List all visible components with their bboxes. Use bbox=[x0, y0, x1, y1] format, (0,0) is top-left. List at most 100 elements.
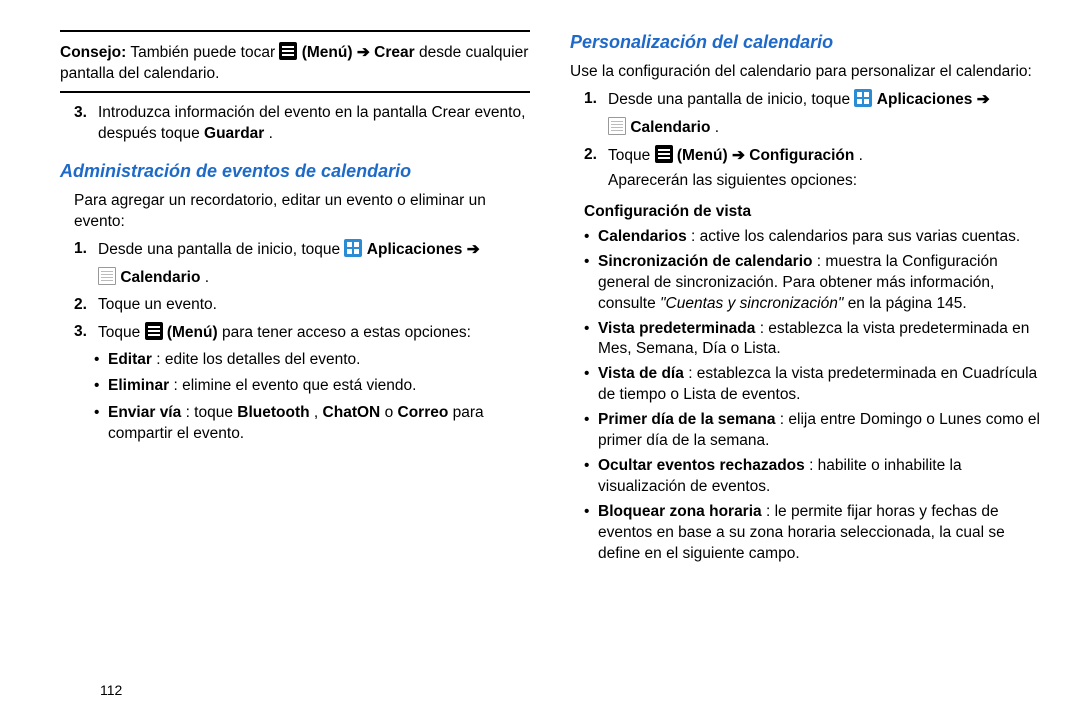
tip-arrow: ➔ bbox=[357, 44, 374, 61]
step3-tail: . bbox=[269, 125, 273, 142]
rs1-apps: Aplicaciones bbox=[877, 91, 973, 108]
bd_a: Vista de día bbox=[598, 365, 684, 382]
menu-icon bbox=[279, 42, 297, 60]
left-bullet-enviar: • Enviar vía : toque Bluetooth , ChatON … bbox=[94, 403, 530, 445]
tip-menu-label: (Menú) bbox=[302, 44, 353, 61]
bullet-dot: • bbox=[94, 403, 108, 445]
step-number: 3. bbox=[74, 103, 98, 145]
b3d: , bbox=[314, 404, 323, 421]
right-step-1-line2: Calendario . bbox=[608, 117, 1040, 139]
left-bullet-editar: • Editar : edite los detalles del evento… bbox=[94, 350, 530, 371]
rb-first-day: • Primer día de la semana : elija entre … bbox=[584, 410, 1040, 452]
bb_d: en la página 145. bbox=[848, 295, 967, 312]
tip-block: Consejo: También puede tocar (Menú) ➔ Cr… bbox=[60, 42, 530, 91]
rs1-pre: Desde una pantalla de inicio, toque bbox=[608, 91, 854, 108]
rs2-arrow: ➔ bbox=[732, 147, 749, 164]
bullet-dot: • bbox=[584, 456, 598, 498]
rs2-menu: (Menú) bbox=[677, 147, 728, 164]
apps-icon bbox=[854, 89, 872, 107]
left-step-1-line2: Calendario . bbox=[98, 267, 530, 289]
left-column: Consejo: También puede tocar (Menú) ➔ Cr… bbox=[60, 30, 530, 569]
rs2-line2: Aparecerán las siguientes opciones: bbox=[608, 171, 1040, 192]
tip-label: Consejo: bbox=[60, 44, 126, 61]
menu-icon bbox=[655, 145, 673, 163]
left-step-3b: 3. Toque (Menú) para tener acceso a esta… bbox=[74, 322, 530, 344]
bullet-dot: • bbox=[584, 252, 598, 315]
s1-cal: Calendario bbox=[120, 269, 200, 286]
s1-pre: Desde una pantalla de inicio, toque bbox=[98, 241, 344, 258]
s3-pre: Toque bbox=[98, 324, 145, 341]
b3c: Bluetooth bbox=[237, 404, 309, 421]
s2-body: Toque un evento. bbox=[98, 295, 530, 316]
b1a: Editar bbox=[108, 351, 152, 368]
left-intro: Para agregar un recordatorio, editar un … bbox=[74, 191, 530, 233]
s3-tail: para tener acceso a estas opciones: bbox=[222, 324, 471, 341]
b2a: Eliminar bbox=[108, 377, 169, 394]
s1-arrow: ➔ bbox=[467, 241, 480, 258]
rs1-cal: Calendario bbox=[630, 119, 710, 136]
rs1-tail: . bbox=[715, 119, 719, 136]
step-number: 1. bbox=[584, 89, 608, 111]
ba_a: Calendarios bbox=[598, 228, 687, 245]
left-step-2: 2. Toque un evento. bbox=[74, 295, 530, 316]
s1-apps: Aplicaciones bbox=[367, 241, 463, 258]
right-section-title: Personalización del calendario bbox=[570, 30, 1040, 54]
s3-menu: (Menú) bbox=[167, 324, 218, 341]
b2b: : elimine el evento que está viendo. bbox=[173, 377, 416, 394]
hr-bottom-left bbox=[60, 91, 530, 93]
calendar-icon bbox=[608, 117, 626, 135]
bf_a: Ocultar eventos rechazados bbox=[598, 457, 805, 474]
bb_c: "Cuentas y sincronización" bbox=[660, 295, 843, 312]
b1b: : edite los detalles del evento. bbox=[156, 351, 360, 368]
left-section-title: Administración de eventos de calendario bbox=[60, 159, 530, 183]
bc_a: Vista predeterminada bbox=[598, 320, 755, 337]
bg_a: Bloquear zona horaria bbox=[598, 503, 762, 520]
bullet-dot: • bbox=[584, 227, 598, 248]
bb_a: Sincronización de calendario bbox=[598, 253, 812, 270]
calendar-icon bbox=[98, 267, 116, 285]
apps-icon bbox=[344, 239, 362, 257]
step-number: 2. bbox=[74, 295, 98, 316]
right-step-2: 2. Toque (Menú) ➔ Configuración . Aparec… bbox=[584, 145, 1040, 192]
rb-lock-tz: • Bloquear zona horaria : le permite fij… bbox=[584, 502, 1040, 565]
rs2-pre: Toque bbox=[608, 147, 655, 164]
menu-icon bbox=[145, 322, 163, 340]
left-step-1: 1. Desde una pantalla de inicio, toque A… bbox=[74, 239, 530, 261]
right-subhead-1: Configuración de vista bbox=[584, 202, 1040, 223]
rb-cal: • Calendarios : active los calendarios p… bbox=[584, 227, 1040, 248]
left-bullet-eliminar: • Eliminar : elimine el evento que está … bbox=[94, 376, 530, 397]
ba_b: : active los calendarios para sus varias… bbox=[691, 228, 1020, 245]
tip-crear: Crear bbox=[374, 44, 415, 61]
right-column: Personalización del calendario Use la co… bbox=[570, 30, 1040, 569]
rb-hide-rejected: • Ocultar eventos rechazados : habilite … bbox=[584, 456, 1040, 498]
right-step-1: 1. Desde una pantalla de inicio, toque A… bbox=[584, 89, 1040, 111]
rb-sync: • Sincronización de calendario : muestra… bbox=[584, 252, 1040, 315]
hr-top-left bbox=[60, 30, 530, 32]
page-number: 112 bbox=[100, 682, 122, 698]
rb-default-view: • Vista predeterminada : establezca la v… bbox=[584, 319, 1040, 361]
bullet-dot: • bbox=[584, 319, 598, 361]
b3b: : toque bbox=[186, 404, 238, 421]
step-number: 3. bbox=[74, 322, 98, 344]
be_a: Primer día de la semana bbox=[598, 411, 775, 428]
right-intro: Use la configuración del calendario para… bbox=[570, 62, 1040, 83]
step-number: 2. bbox=[584, 145, 608, 192]
bullet-dot: • bbox=[94, 376, 108, 397]
rs2-conf: Configuración bbox=[749, 147, 854, 164]
b3g: Correo bbox=[398, 404, 449, 421]
b3e: ChatON bbox=[323, 404, 381, 421]
bullet-dot: • bbox=[94, 350, 108, 371]
step-3: 3. Introduzca información del evento en … bbox=[74, 103, 530, 145]
step3-pre: Introduzca información del evento en la … bbox=[98, 104, 525, 142]
rs1-arrow: ➔ bbox=[977, 91, 990, 108]
b3f: o bbox=[385, 404, 398, 421]
step-number: 1. bbox=[74, 239, 98, 261]
b3a: Enviar vía bbox=[108, 404, 181, 421]
rs2-tail: . bbox=[859, 147, 863, 164]
tip-text-1: También puede tocar bbox=[130, 44, 279, 61]
bullet-dot: • bbox=[584, 410, 598, 452]
step3-guardar: Guardar bbox=[204, 125, 264, 142]
bullet-dot: • bbox=[584, 502, 598, 565]
rb-day-view: • Vista de día : establezca la vista pre… bbox=[584, 364, 1040, 406]
bullet-dot: • bbox=[584, 364, 598, 406]
